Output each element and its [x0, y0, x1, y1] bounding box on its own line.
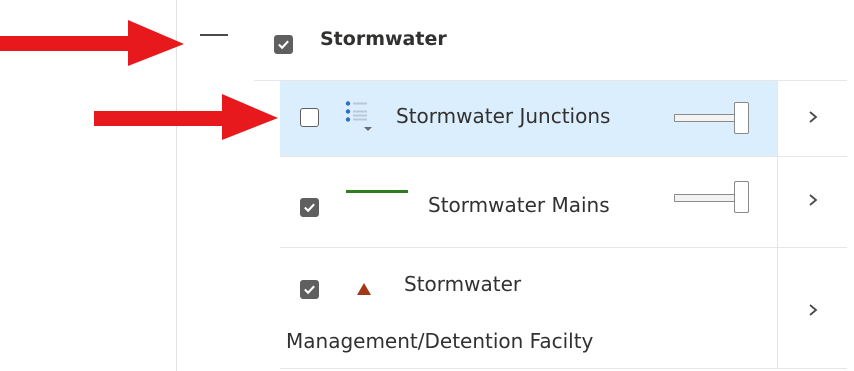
annotation-arrow-icon [0, 20, 184, 66]
collapse-group-icon[interactable] [200, 34, 228, 36]
group-label: Stormwater [320, 28, 447, 50]
point-list-icon [345, 101, 372, 131]
group-checkbox[interactable] [274, 35, 293, 54]
layer-checkbox[interactable] [300, 198, 319, 217]
brown-triangle-icon [357, 283, 371, 295]
layer-details-button[interactable] [777, 248, 847, 368]
annotation-arrow-icon [94, 94, 278, 140]
layer-checkbox[interactable] [300, 108, 319, 127]
checkmark-icon [278, 40, 289, 50]
divider [280, 368, 847, 369]
green-line-icon [346, 190, 408, 193]
layer-label: Stormwater Junctions [396, 104, 611, 128]
chevron-right-icon [809, 111, 818, 123]
layer-checkbox[interactable] [300, 280, 319, 299]
checkmark-icon [304, 203, 315, 213]
layer-label: Stormwater Mains [428, 193, 610, 217]
layer-label-line1: Stormwater [404, 272, 522, 296]
layer-details-button[interactable] [777, 157, 847, 247]
chevron-right-icon [809, 194, 818, 206]
chevron-right-icon [809, 304, 818, 316]
layer-details-button[interactable] [777, 81, 847, 156]
checkmark-icon [304, 285, 315, 295]
opacity-slider-thumb[interactable] [734, 181, 749, 213]
layer-label-line2: Management/Detention Facilty [286, 329, 594, 353]
opacity-slider-thumb[interactable] [734, 102, 749, 134]
